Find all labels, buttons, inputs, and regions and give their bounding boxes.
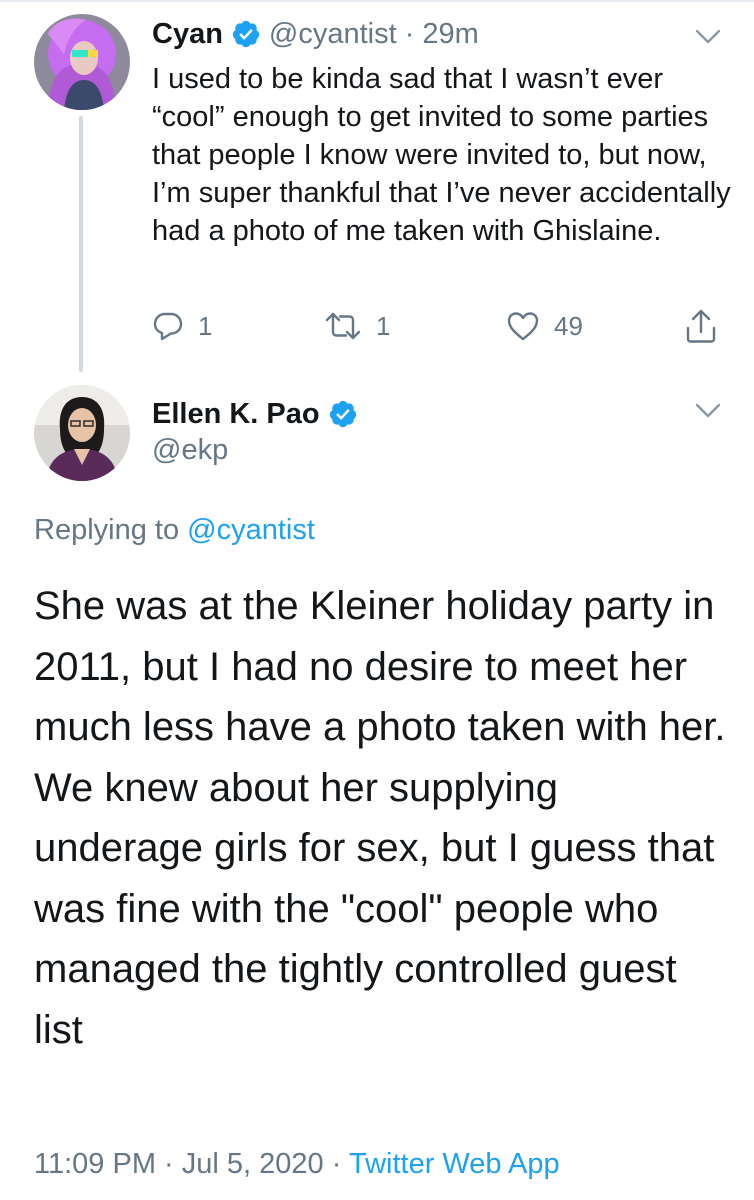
thread-connector (79, 116, 83, 372)
reply-button[interactable]: 1 (152, 306, 212, 346)
tweet-metadata: 11:09 PM · Jul 5, 2020 · Twitter Web App (34, 1148, 560, 1181)
separator: · (164, 1148, 174, 1180)
divider (0, 0, 754, 2)
tweet-thread: Cyan @cyantist · 29m I used to be kinda … (0, 0, 754, 1200)
handle[interactable]: @cyantist (269, 18, 397, 51)
retweet-icon (324, 310, 362, 342)
parent-tweet-header: Cyan @cyantist · 29m (152, 14, 724, 54)
separator: · (331, 1148, 342, 1180)
parent-tweet-text: I used to be kinda sad that I wasn’t eve… (152, 63, 731, 247)
replying-label: Replying to (34, 514, 180, 546)
main-tweet-header: Ellen K. Pao (152, 394, 366, 434)
verified-icon (231, 19, 261, 49)
avatar-image (34, 385, 130, 481)
handle[interactable]: @ekp (152, 434, 228, 467)
like-icon (506, 310, 540, 342)
display-name[interactable]: Ellen K. Pao (152, 398, 320, 431)
like-button[interactable]: 49 (506, 306, 583, 346)
like-count: 49 (554, 310, 583, 341)
avatar[interactable] (34, 385, 130, 481)
retweet-button[interactable]: 1 (324, 306, 390, 346)
reply-icon (152, 310, 184, 342)
display-name[interactable]: Cyan (152, 18, 223, 51)
replying-to: Replying to @cyantist (34, 514, 315, 547)
source-link[interactable]: Twitter Web App (349, 1148, 560, 1180)
separator: · (404, 17, 415, 50)
avatar-image (34, 14, 130, 110)
avatar[interactable] (34, 14, 130, 110)
mention-link[interactable]: @cyantist (187, 514, 315, 546)
chevron-down-icon[interactable] (694, 28, 722, 46)
share-button[interactable] (684, 306, 718, 346)
retweet-count: 1 (376, 310, 391, 341)
verified-icon (328, 399, 358, 429)
tweet-time[interactable]: 11:09 PM (34, 1148, 156, 1180)
tweet-actions: 1 1 49 (152, 306, 722, 346)
tweet-date[interactable]: Jul 5, 2020 (182, 1148, 324, 1180)
reply-count: 1 (198, 310, 213, 341)
chevron-down-icon[interactable] (694, 402, 722, 420)
timestamp[interactable]: 29m (422, 18, 478, 51)
share-icon (684, 308, 718, 344)
main-tweet-text: She was at the Kleiner holiday party in … (34, 584, 726, 1052)
